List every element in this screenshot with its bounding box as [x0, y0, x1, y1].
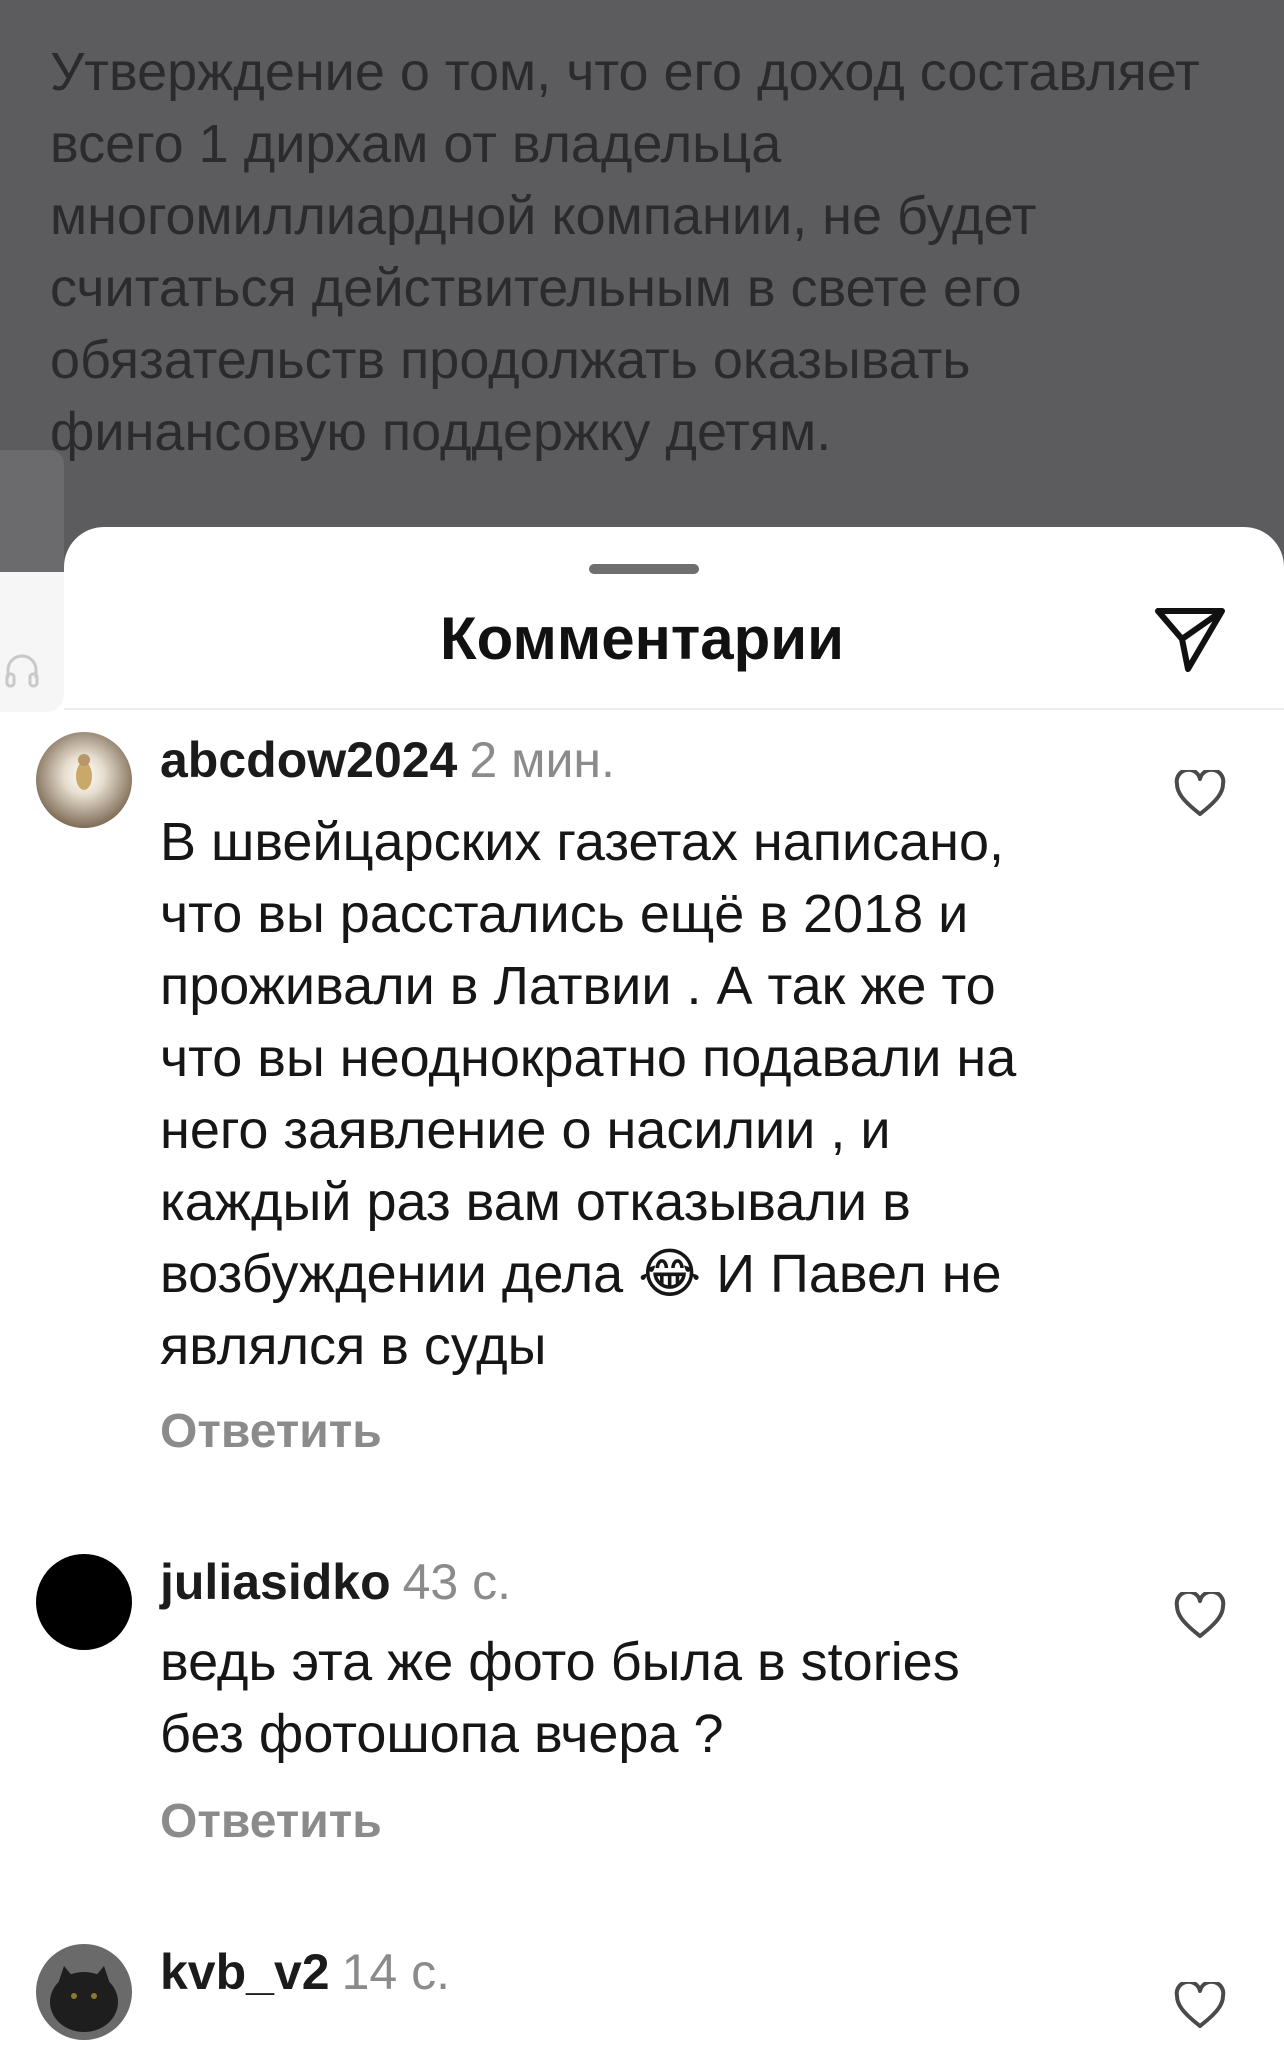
avatar[interactable]: [36, 732, 132, 828]
reply-button[interactable]: Ответить: [160, 1402, 382, 1462]
side-audio-tab[interactable]: [0, 572, 64, 712]
heart-icon[interactable]: [1174, 1982, 1226, 2030]
comment-text: В швейцарских газетах написано, что вы р…: [160, 812, 1017, 1376]
avatar[interactable]: [36, 1554, 132, 1650]
avatar[interactable]: [36, 1944, 132, 2040]
sheet-drag-handle[interactable]: [589, 564, 699, 574]
comment-time: 14 с.: [341, 1944, 450, 2000]
post-backdrop: Утверждение о том, что его доход составл…: [0, 0, 1284, 600]
reply-button[interactable]: Ответить: [160, 1792, 382, 1852]
comment-time: 2 мин.: [469, 732, 615, 788]
username-text[interactable]: abcdow2024: [160, 732, 457, 788]
header-divider: [64, 708, 1284, 710]
comment-text: ведь эта же фото была в stories без фото…: [160, 1632, 960, 1764]
side-panel-tab: [0, 450, 64, 580]
comment-username[interactable]: abcdow2024 2 мин.: [160, 730, 615, 790]
post-caption: Утверждение о том, что его доход составл…: [50, 42, 1200, 462]
paper-plane-icon[interactable]: [1152, 605, 1228, 675]
username-text[interactable]: kvb_v2: [160, 1944, 330, 2000]
comment-username[interactable]: juliasidko 43 с.: [160, 1552, 511, 1612]
comment-username[interactable]: kvb_v2 14 с.: [160, 1942, 450, 2002]
headphones-icon[interactable]: [2, 650, 42, 690]
comment-time: 43 с.: [402, 1554, 512, 1610]
heart-icon[interactable]: [1174, 1592, 1226, 1640]
sheet-title: Комментарии: [439, 605, 845, 672]
heart-icon[interactable]: [1174, 770, 1226, 818]
username-text[interactable]: juliasidko: [160, 1554, 391, 1610]
